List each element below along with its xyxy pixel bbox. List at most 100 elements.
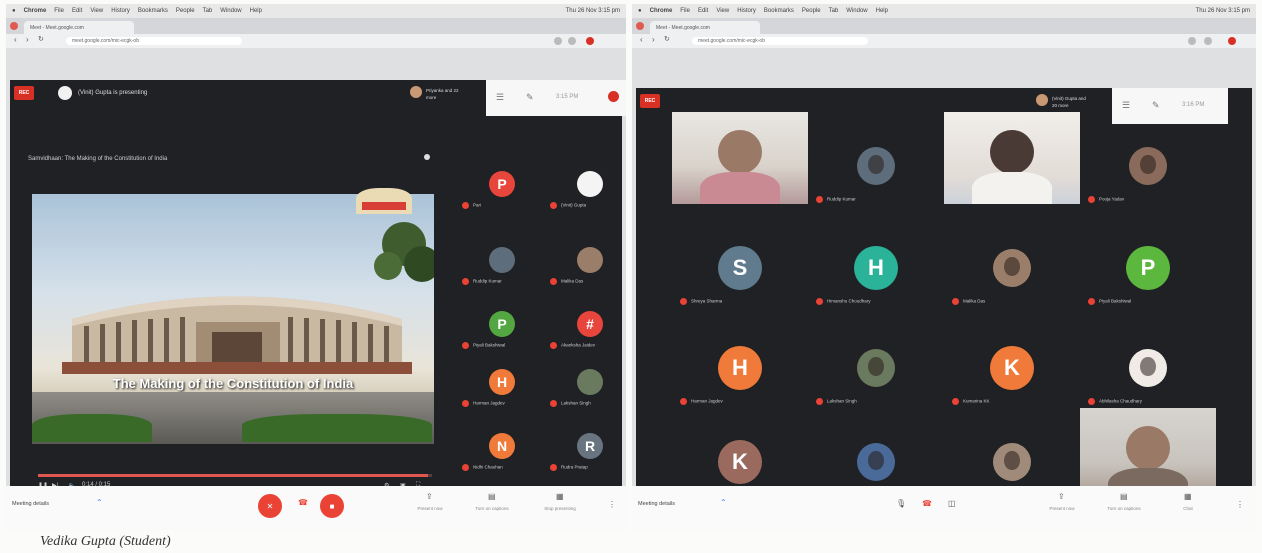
present-now-button[interactable]: Present now [410, 506, 450, 511]
camera-icon[interactable]: ◫ [948, 499, 956, 508]
present-now-button[interactable]: Present now [1042, 506, 1082, 511]
participant-camera-feed[interactable] [672, 112, 808, 204]
participants-icon[interactable]: ☰ [1122, 100, 1130, 111]
mic-off-button[interactable]: ✕ [258, 494, 282, 518]
mic-icon[interactable]: 🎙 [896, 499, 906, 508]
participant-avatar[interactable] [993, 443, 1031, 481]
participant-avatar[interactable]: H [489, 369, 515, 395]
presenter-avatar [58, 86, 72, 100]
info-icon[interactable]: ⌃ [96, 498, 103, 507]
menu-edit[interactable]: Edit [698, 8, 708, 14]
close-window-icon[interactable] [10, 22, 18, 30]
menu-file[interactable]: File [54, 8, 64, 14]
participant-avatar[interactable]: N [489, 433, 515, 459]
more-options-icon[interactable]: ⋮ [608, 500, 616, 509]
extension-icon[interactable] [1188, 37, 1196, 45]
captions-button[interactable]: Turn on captions [472, 506, 512, 511]
menu-bookmarks[interactable]: Bookmarks [764, 8, 794, 14]
participant-avatar[interactable]: K [990, 346, 1034, 390]
pinned-participant-chip[interactable]: (Vinit) Gupta and 20 more [1036, 92, 1086, 110]
menu-chrome[interactable]: Chrome [650, 8, 673, 14]
url-input[interactable]: meet.google.com/mic-ecgk-ob [692, 37, 868, 45]
participant-avatar[interactable]: P [489, 311, 515, 337]
participant-avatar[interactable] [577, 369, 603, 395]
presented-video[interactable]: The Making of the Constitution of India [32, 194, 434, 444]
menu-help[interactable]: Help [250, 8, 262, 14]
reload-icon[interactable]: ↻ [38, 35, 44, 43]
menu-window[interactable]: Window [220, 8, 241, 14]
participant-avatar[interactable] [489, 247, 515, 273]
camera-off-button[interactable]: ■ [320, 494, 344, 518]
menu-history[interactable]: History [111, 8, 130, 14]
participant-avatar[interactable] [857, 443, 895, 481]
chat-icon[interactable]: ✎ [1152, 100, 1160, 111]
menu-history[interactable]: History [737, 8, 756, 14]
user-avatar[interactable] [608, 91, 619, 102]
participant-avatar[interactable] [577, 247, 603, 273]
menu-people[interactable]: People [176, 8, 195, 14]
participant-avatar[interactable]: K [718, 440, 762, 484]
reload-icon[interactable]: ↻ [664, 35, 670, 43]
stop-presenting-button[interactable]: Stop presenting [540, 506, 580, 511]
forward-icon[interactable]: › [26, 35, 29, 44]
more-options-icon[interactable]: ⋮ [1236, 500, 1244, 509]
menu-edit[interactable]: Edit [72, 8, 82, 14]
browser-tab[interactable]: Meet - Meet.google.com [650, 21, 760, 34]
forward-icon[interactable]: › [652, 35, 655, 44]
participant-avatar[interactable]: S [718, 246, 762, 290]
participant-avatar[interactable] [1129, 147, 1167, 185]
menu-tab[interactable]: Tab [203, 8, 213, 14]
close-window-icon[interactable] [636, 22, 644, 30]
participant-avatar[interactable] [577, 171, 603, 197]
video-progress-bar[interactable] [38, 474, 432, 477]
browser-tab[interactable]: Meet - Meet.google.com [24, 21, 134, 34]
participant-avatar[interactable] [993, 249, 1031, 287]
menu-bookmarks[interactable]: Bookmarks [138, 8, 168, 14]
meet-bottom-bar: Meeting details ⌃ ✕ ☎ ■ ⇪ Present now ▤ … [6, 486, 626, 530]
profile-avatar-icon[interactable] [1228, 37, 1236, 45]
participant-name-label: Lakshan Singh [816, 398, 857, 405]
menu-chrome[interactable]: Chrome [24, 8, 47, 14]
avatar-initial: P [497, 176, 507, 192]
menu-view[interactable]: View [90, 8, 103, 14]
extension-icon[interactable] [1204, 37, 1212, 45]
menu-file[interactable]: File [680, 8, 690, 14]
chat-button[interactable]: Chat [1168, 506, 1208, 511]
participant-avatar[interactable]: P [1126, 246, 1170, 290]
captions-button[interactable]: Turn on captions [1104, 506, 1144, 511]
participant-avatar[interactable]: P [489, 171, 515, 197]
info-icon[interactable]: ⌃ [720, 498, 727, 507]
apple-icon[interactable]: ● [638, 8, 642, 14]
participant-avatar[interactable] [1129, 349, 1167, 387]
chat-icon[interactable]: ✎ [526, 92, 534, 103]
url-input[interactable]: meet.google.com/mic-ecgk-ob [66, 37, 242, 45]
participant-avatar[interactable]: R [577, 433, 603, 459]
menu-help[interactable]: Help [876, 8, 888, 14]
menu-view[interactable]: View [716, 8, 729, 14]
extension-icon[interactable] [568, 37, 576, 45]
participant-avatar[interactable]: H [718, 346, 762, 390]
hang-up-button[interactable]: ☎ [922, 499, 932, 508]
address-bar-row: ‹ › ↻ meet.google.com/mic-ecgk-ob [6, 34, 626, 48]
participant-avatar[interactable] [857, 349, 895, 387]
meeting-details-button[interactable]: Meeting details [12, 501, 49, 507]
apple-icon[interactable]: ● [12, 8, 16, 14]
meeting-details-button[interactable]: Meeting details [638, 501, 675, 507]
profile-photo-image [868, 357, 884, 377]
participant-avatar[interactable]: H [854, 246, 898, 290]
menu-tab[interactable]: Tab [829, 8, 839, 14]
extension-icon[interactable] [554, 37, 562, 45]
pinned-participant-chip[interactable]: Priyanka and 22 more [410, 84, 460, 102]
participant-camera-feed[interactable] [944, 112, 1080, 204]
back-icon[interactable]: ‹ [640, 35, 643, 44]
back-icon[interactable]: ‹ [14, 35, 17, 44]
profile-avatar-icon[interactable] [586, 37, 594, 45]
participant-avatar[interactable]: # [577, 311, 603, 337]
menu-window[interactable]: Window [846, 8, 867, 14]
presenter-title: (Vinit) Gupta is presenting [78, 90, 148, 96]
menu-people[interactable]: People [802, 8, 821, 14]
participant-avatar[interactable] [857, 147, 895, 185]
hang-up-button[interactable]: ☎ [298, 498, 308, 507]
participants-icon[interactable]: ☰ [496, 92, 504, 103]
profile-photo-image [1140, 357, 1156, 377]
